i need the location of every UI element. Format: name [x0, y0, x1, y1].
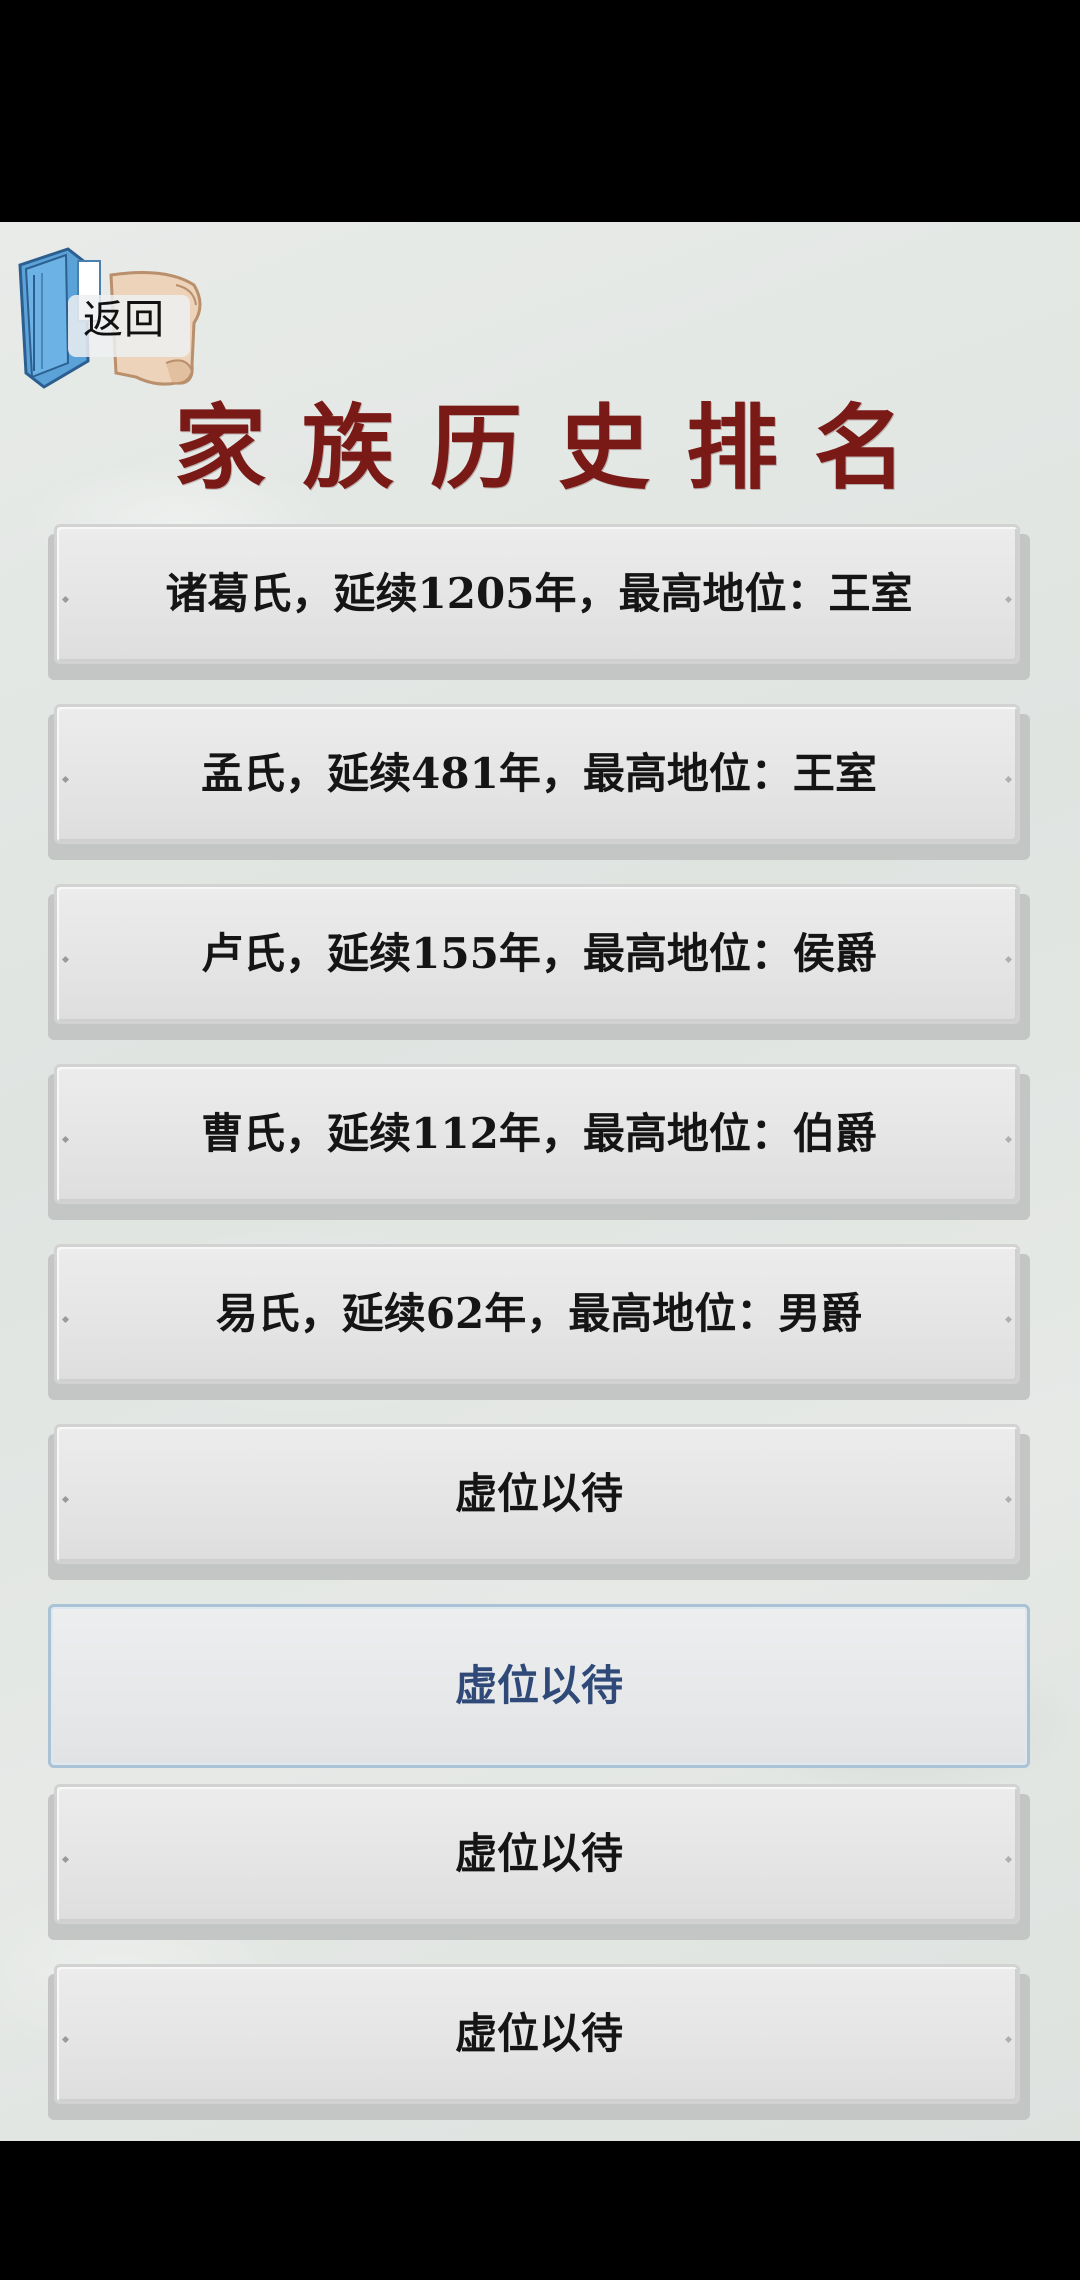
ranking-item-2[interactable]: 孟氏，延续481年，最高地位：王室: [48, 704, 1030, 860]
back-button[interactable]: 返回: [16, 245, 206, 393]
ranking-item-4[interactable]: 曹氏，延续112年，最高地位：伯爵: [48, 1064, 1030, 1220]
bottom-black-bar: [0, 2141, 1080, 2280]
ranking-item-label: 虚位以待: [454, 1829, 623, 1878]
ranking-item-8[interactable]: 虚位以待: [48, 1784, 1030, 1940]
ranking-item-label: 易氏，延续62年，最高地位：男爵: [215, 1289, 863, 1338]
ranking-item-label: 卢氏，延续155年，最高地位：侯爵: [201, 929, 877, 978]
ranking-item-7-selected[interactable]: 虚位以待: [48, 1604, 1030, 1768]
ranking-item-label: 虚位以待: [454, 2009, 623, 2058]
ranking-item-label: 虚位以待: [454, 1469, 623, 1518]
ranking-item-5[interactable]: 易氏，延续62年，最高地位：男爵: [48, 1244, 1030, 1400]
top-black-bar: [0, 0, 1080, 222]
ranking-item-1[interactable]: 诸葛氏，延续1205年，最高地位：王室: [48, 524, 1030, 680]
back-label: 返回: [83, 297, 165, 343]
ranking-item-3[interactable]: 卢氏，延续155年，最高地位：侯爵: [48, 884, 1030, 1040]
ranking-item-label: 虚位以待: [454, 1661, 623, 1710]
ranking-item-label: 诸葛氏，延续1205年，最高地位：王室: [165, 569, 913, 618]
ranking-item-label: 孟氏，延续481年，最高地位：王室: [201, 749, 877, 798]
page-title: 家族历史排名: [173, 394, 942, 502]
ranking-item-6[interactable]: 虚位以待: [48, 1424, 1030, 1580]
ranking-list: 诸葛氏，延续1205年，最高地位：王室 孟氏，延续481年，最高地位：王室 卢氏…: [48, 524, 1030, 2144]
ranking-item-9[interactable]: 虚位以待: [48, 1964, 1030, 2120]
ranking-item-label: 曹氏，延续112年，最高地位：伯爵: [201, 1109, 877, 1158]
